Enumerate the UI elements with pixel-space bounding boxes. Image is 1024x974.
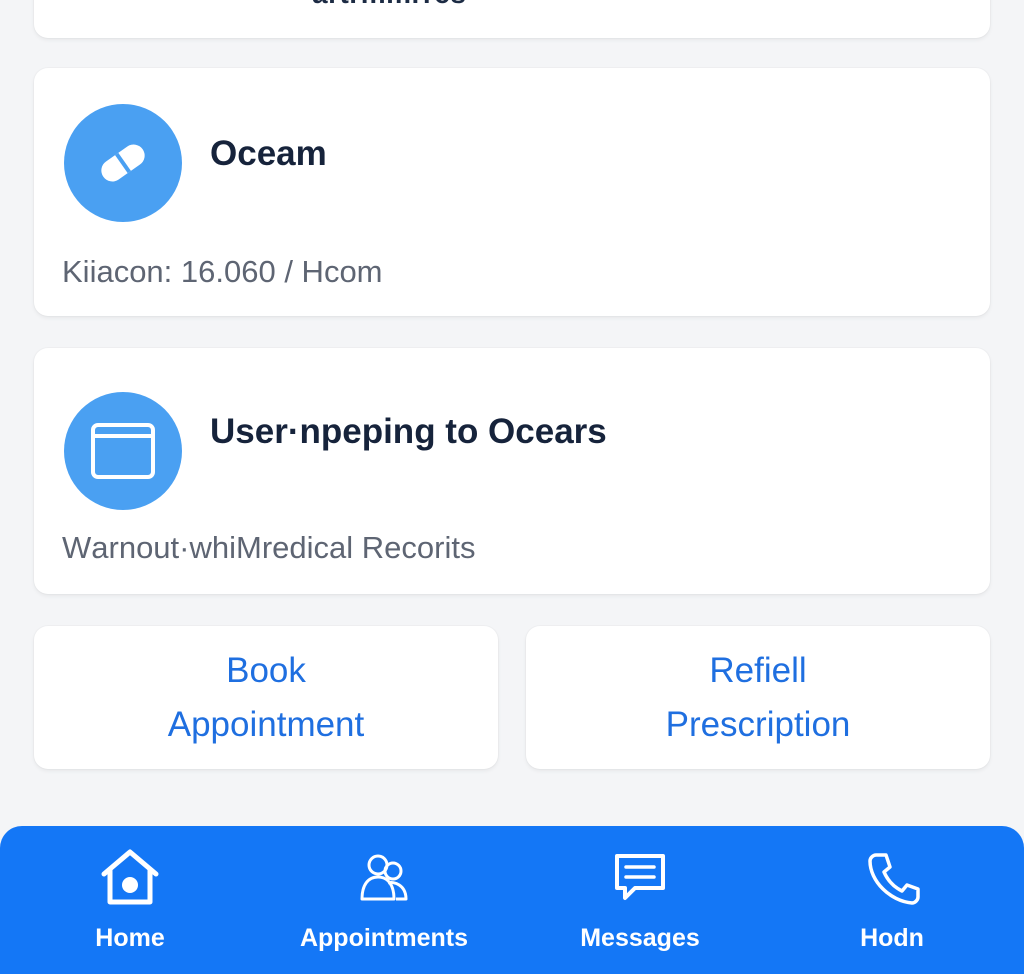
refill-prescription-label-line1: Refiell bbox=[709, 650, 807, 690]
nav-messages[interactable]: Messages bbox=[512, 826, 768, 974]
pill-icon bbox=[64, 104, 182, 222]
people-icon bbox=[356, 848, 412, 906]
message-icon bbox=[611, 848, 669, 906]
previous-card-text: artrmmrrcs bbox=[312, 0, 466, 10]
nav-home-label: Home bbox=[95, 924, 165, 952]
nav-hodn-label: Hodn bbox=[860, 924, 924, 952]
previous-card[interactable]: artrmmrrcs bbox=[34, 0, 990, 38]
records-card-subtitle: Wаrnout·whiMredical Recorits bbox=[62, 530, 476, 565]
records-card[interactable]: User·npeping to Ocears Wаrnout·whiMredic… bbox=[34, 348, 990, 594]
ocean-card-subtitle: Kiiacon: 16.060 / Hcom bbox=[62, 254, 383, 289]
book-appointment-button[interactable]: Book Appointment bbox=[34, 626, 498, 769]
nav-messages-label: Messages bbox=[580, 924, 700, 952]
nav-appointments-label: Appointments bbox=[299, 924, 469, 952]
phone-icon bbox=[864, 848, 920, 906]
refill-prescription-label-line2: Prescription bbox=[665, 704, 851, 744]
ocean-card-title: Oceam bbox=[210, 134, 327, 173]
bottom-navigation: Home Appointments Messages Hodn bbox=[0, 826, 1024, 974]
refill-prescription-button[interactable]: Refiell Prescription bbox=[526, 626, 990, 769]
ocean-card[interactable]: Oceam Kiiacon: 16.060 / Hcom bbox=[34, 68, 990, 316]
records-card-title: User·npeping to Ocears bbox=[210, 412, 607, 451]
window-icon bbox=[64, 392, 182, 510]
home-icon bbox=[98, 848, 162, 906]
nav-appointments[interactable]: Appointments bbox=[256, 826, 512, 974]
nav-home[interactable]: Home bbox=[2, 826, 258, 974]
book-appointment-label-line2: Appointment bbox=[167, 704, 365, 744]
nav-hodn[interactable]: Hodn bbox=[764, 826, 1020, 974]
book-appointment-label-line1: Book bbox=[226, 650, 306, 690]
